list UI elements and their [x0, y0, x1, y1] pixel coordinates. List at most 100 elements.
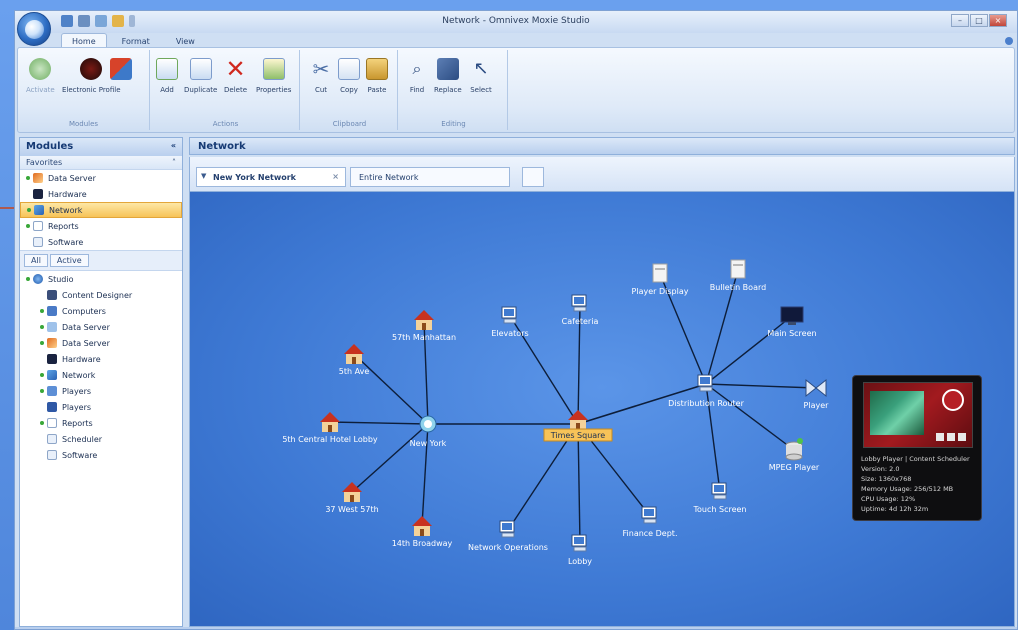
- network-icon: [47, 370, 57, 380]
- network-node-pc-icon[interactable]: [571, 534, 587, 552]
- hub-label: New York: [410, 439, 447, 448]
- preview-screen: [863, 382, 973, 448]
- close-tab-icon[interactable]: ×: [332, 172, 339, 181]
- tree-item-content-designer[interactable]: Content Designer: [20, 287, 182, 303]
- chevron-up-icon[interactable]: ˄: [172, 158, 176, 167]
- network-node-server-icon[interactable]: [730, 259, 746, 279]
- modules-icon-button[interactable]: [110, 58, 132, 86]
- node-label: Main Screen: [767, 329, 816, 338]
- sidebar-item-network[interactable]: Network: [20, 202, 182, 218]
- tree-item-data-server-2[interactable]: Data Server: [20, 335, 182, 351]
- data-server-icon: [47, 338, 57, 348]
- close-icon[interactable]: ×: [989, 14, 1007, 27]
- status-dot: [26, 224, 30, 228]
- paste-button[interactable]: Paste: [366, 58, 388, 94]
- sidebar-item-reports[interactable]: Reports: [20, 218, 182, 234]
- tab-entire-network[interactable]: Entire Network: [350, 167, 510, 187]
- status-dot: [27, 208, 31, 212]
- network-node-pc-icon[interactable]: [499, 520, 515, 538]
- cut-button[interactable]: ✂ Cut: [310, 58, 332, 94]
- status-dot: [40, 325, 44, 329]
- modules-header: Modules «: [20, 138, 182, 156]
- sidebar-item-hardware[interactable]: Hardware: [20, 186, 182, 202]
- computer-icon: [47, 306, 57, 316]
- tree-item-scheduler[interactable]: Scheduler: [20, 431, 182, 447]
- node-label: 57th Manhattan: [392, 333, 456, 342]
- group-clipboard: ✂ Cut Copy Paste Clipboard: [302, 50, 398, 130]
- find-button[interactable]: ⌕ Find: [406, 58, 428, 94]
- app-menu-button[interactable]: [17, 12, 51, 46]
- hub-newyork-icon[interactable]: [419, 415, 437, 433]
- link-line: [705, 315, 793, 385]
- select-button[interactable]: ↖ Select: [470, 58, 492, 94]
- network-node-house-icon[interactable]: [412, 516, 432, 536]
- status-dot: [40, 389, 44, 393]
- activate-button[interactable]: Activate: [26, 58, 55, 94]
- tree-item-players[interactable]: Players: [20, 383, 182, 399]
- tree-item-reports[interactable]: Reports: [20, 415, 182, 431]
- tab-all[interactable]: All: [24, 254, 48, 267]
- network-node-pc-icon[interactable]: [641, 506, 657, 524]
- tab-new-york-network[interactable]: ▼ New York Network ×: [196, 167, 346, 187]
- collapse-icon[interactable]: «: [171, 141, 176, 150]
- status-dot: [26, 176, 30, 180]
- duplicate-button[interactable]: Duplicate: [184, 58, 217, 94]
- new-tab-button[interactable]: [522, 167, 544, 187]
- tab-active[interactable]: Active: [49, 254, 89, 267]
- favorites-header[interactable]: Favorites ˄: [20, 156, 182, 170]
- hub-dist-icon[interactable]: [697, 374, 713, 392]
- network-node-server-icon[interactable]: [652, 263, 668, 283]
- network-icon: [34, 205, 44, 215]
- network-node-pc-icon[interactable]: [571, 294, 587, 312]
- tree-item-software[interactable]: Software: [20, 447, 182, 463]
- link-line: [577, 423, 581, 545]
- delete-button[interactable]: ✕ Delete: [224, 57, 247, 94]
- node-label: 5th Central Hotel Lobby: [282, 435, 378, 444]
- status-dot: [40, 341, 44, 345]
- network-node-pc-icon[interactable]: [711, 482, 727, 500]
- properties-button[interactable]: Properties: [256, 58, 291, 94]
- copy-button[interactable]: Copy: [338, 58, 360, 94]
- tree-item-data-server[interactable]: Data Server: [20, 319, 182, 335]
- tree-item-hardware[interactable]: Hardware: [20, 351, 182, 367]
- network-node-disk-icon[interactable]: [785, 438, 803, 461]
- sidebar-item-software[interactable]: Software: [20, 234, 182, 250]
- tree-item-studio[interactable]: Studio: [20, 271, 182, 287]
- player-icon: [47, 402, 57, 412]
- network-node-house-icon[interactable]: [344, 344, 364, 364]
- replace-icon: [436, 58, 459, 80]
- network-canvas[interactable]: 57th Manhattan 5th Ave 5th Central Hotel L…: [189, 191, 1015, 627]
- monitor-icon: [47, 354, 57, 364]
- chevron-down-icon[interactable]: ▼: [201, 172, 206, 180]
- replace-button[interactable]: Replace: [434, 58, 462, 94]
- add-icon: [156, 58, 178, 80]
- preview-grid: [936, 433, 966, 441]
- network-node-monitor-icon[interactable]: [780, 306, 804, 325]
- profile-icon: [80, 58, 103, 80]
- scissors-icon: ✂: [312, 57, 330, 81]
- node-label: Network Operations: [468, 543, 548, 552]
- filter-tabs: All Active: [20, 250, 182, 271]
- node-label: 14th Broadway: [392, 539, 453, 548]
- link-line: [705, 383, 795, 451]
- help-icon[interactable]: [1005, 37, 1013, 45]
- status-dot: [26, 277, 30, 281]
- data-server-icon: [47, 322, 57, 332]
- software-icon: [33, 237, 43, 247]
- node-label: Bulletin Board: [710, 283, 766, 292]
- network-node-player-icon[interactable]: [805, 378, 827, 398]
- minimize-icon[interactable]: –: [951, 14, 969, 27]
- add-button[interactable]: Add: [156, 58, 178, 94]
- node-label: Player: [804, 401, 830, 410]
- ribbon: Activate Electronic Profile Modules Add …: [17, 47, 1015, 133]
- sidebar-item-data-server[interactable]: Data Server: [20, 170, 182, 186]
- tree-item-computers[interactable]: Computers: [20, 303, 182, 319]
- tree-item-players-2[interactable]: Players: [20, 399, 182, 415]
- network-node-house-icon[interactable]: [414, 310, 434, 330]
- tree-item-network[interactable]: Network: [20, 367, 182, 383]
- network-node-house-icon[interactable]: [320, 412, 340, 432]
- duplicate-icon: [189, 58, 212, 80]
- status-dot: [40, 421, 44, 425]
- maximize-icon[interactable]: □: [970, 14, 988, 27]
- network-node-pc-icon[interactable]: [501, 306, 517, 324]
